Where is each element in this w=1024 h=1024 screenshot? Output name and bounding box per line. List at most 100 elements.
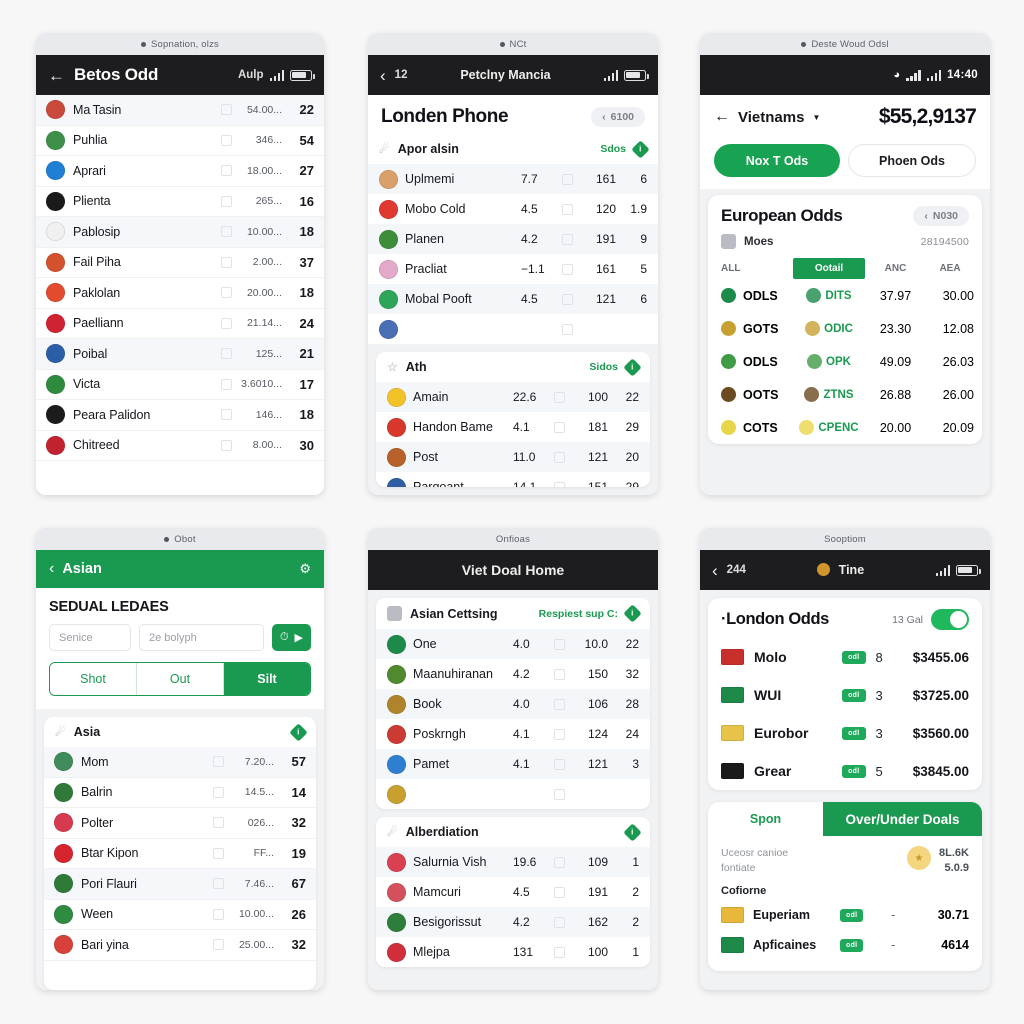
row-odd-aea[interactable]: 20.09 bbox=[926, 421, 974, 435]
table-row[interactable]: Apficaines odl - 4614 bbox=[721, 930, 969, 960]
row-odd-anc[interactable]: 20.00 bbox=[865, 421, 926, 435]
table-row[interactable]: ODLS DITS 37.97 30.00 bbox=[708, 279, 982, 312]
checkbox[interactable] bbox=[213, 756, 224, 768]
list-item[interactable]: Ween 10.00... 26 bbox=[44, 900, 316, 930]
info-diamond-icon[interactable]: i bbox=[631, 139, 650, 159]
list-item[interactable]: Victa 3.6010... 17 bbox=[36, 370, 324, 400]
checkbox[interactable] bbox=[554, 916, 565, 928]
list-item[interactable]: Puhlia 346... 54 bbox=[36, 126, 324, 156]
table-row[interactable]: Pamet 4.1 121 3 bbox=[376, 749, 650, 779]
card-2-rows[interactable]: Amain 22.6 100 22 Handon Bame 4.1 181 29 Post 11.… bbox=[376, 382, 650, 487]
table-row[interactable]: Salurnia Vish 19.6 109 1 bbox=[376, 847, 650, 877]
checkbox[interactable] bbox=[221, 439, 232, 451]
segment-silt[interactable]: Silt bbox=[224, 663, 310, 695]
checkbox[interactable] bbox=[213, 817, 224, 829]
list-item[interactable]: Eurobor odl 3 $3560.00 bbox=[708, 714, 982, 752]
table-row[interactable]: Mobal Pooft 4.5 121 6 bbox=[368, 284, 658, 314]
card-2-rows[interactable]: Salurnia Vish 19.6 109 1 Mamcuri 4.5 191 2 Besig… bbox=[376, 847, 650, 967]
table-row[interactable]: Pracliat −1.1 161 5 bbox=[368, 254, 658, 284]
checkbox[interactable] bbox=[562, 173, 573, 185]
col-aea[interactable]: AEA bbox=[926, 263, 974, 274]
list-item[interactable]: Fail Piha 2.00... 37 bbox=[36, 248, 324, 278]
checkbox[interactable] bbox=[554, 946, 565, 958]
page-pill-button[interactable]: ‹ 6100 bbox=[591, 107, 645, 127]
checkbox[interactable] bbox=[562, 233, 573, 245]
table-row[interactable]: Mlejpa 131 100 1 bbox=[376, 937, 650, 967]
back-chevron-icon[interactable]: ‹ bbox=[712, 562, 718, 579]
checkbox[interactable] bbox=[562, 293, 573, 305]
table-row[interactable]: One 4.0 10.0 22 bbox=[376, 629, 650, 659]
checkbox[interactable] bbox=[554, 391, 565, 403]
table-row[interactable] bbox=[368, 314, 658, 344]
checkbox[interactable] bbox=[213, 878, 224, 890]
table-row[interactable]: Besigorissut 4.2 162 2 bbox=[376, 907, 650, 937]
col-ootail[interactable]: Ootail bbox=[793, 257, 865, 279]
list-item[interactable]: Btar Kipon FF... 19 bbox=[44, 839, 316, 869]
table-row[interactable] bbox=[376, 779, 650, 809]
list-item[interactable]: Paelliann 21.14... 24 bbox=[36, 309, 324, 339]
table-row[interactable]: Uplmemi 7.7 161 6 bbox=[368, 164, 658, 194]
over-under-rows[interactable]: Euperiam odl - 30.71 Apficaines odl - 4614 bbox=[721, 900, 969, 960]
search-go-button[interactable]: ⏱ ▶ bbox=[271, 624, 311, 651]
info-diamond-icon[interactable]: i bbox=[623, 822, 642, 842]
checkbox[interactable] bbox=[221, 104, 232, 116]
checkbox[interactable] bbox=[213, 939, 224, 951]
list-item[interactable]: Ma Tasin 54.00... 22 bbox=[36, 95, 324, 126]
account-title[interactable]: Vietnams bbox=[738, 109, 804, 126]
back-arrow-icon[interactable]: ← bbox=[48, 67, 65, 84]
table-row[interactable]: GOTS ODIC 23.30 12.08 bbox=[708, 312, 982, 345]
tab-nox-t-ods[interactable]: Nox T Ods bbox=[714, 144, 840, 177]
segment-out[interactable]: Out bbox=[137, 663, 224, 695]
list-item[interactable]: Plienta 265... 16 bbox=[36, 187, 324, 217]
table-row[interactable]: Euperiam odl - 30.71 bbox=[721, 900, 969, 930]
checkbox[interactable] bbox=[213, 786, 224, 798]
list-item[interactable]: Poibal 125... 21 bbox=[36, 339, 324, 370]
checkbox[interactable] bbox=[213, 847, 224, 859]
checkbox[interactable] bbox=[213, 908, 224, 920]
odds-list[interactable]: Ma Tasin 54.00... 22 Puhlia 346... 54 Aprari 18… bbox=[36, 95, 324, 495]
list-item[interactable]: Chitreed 8.00... 30 bbox=[36, 431, 324, 461]
checkbox[interactable] bbox=[554, 728, 565, 740]
col-anc[interactable]: ANC bbox=[865, 263, 926, 274]
checkbox[interactable] bbox=[221, 226, 232, 238]
table-row[interactable]: Maanuhiranan 4.2 150 32 bbox=[376, 659, 650, 689]
tab-over-under-doals[interactable]: Over/Under Doals bbox=[823, 802, 982, 836]
checkbox[interactable] bbox=[221, 348, 232, 360]
row-odd-anc[interactable]: 49.09 bbox=[865, 355, 926, 369]
list-item[interactable]: WUI odl 3 $3725.00 bbox=[708, 676, 982, 714]
checkbox[interactable] bbox=[562, 263, 573, 275]
gear-icon[interactable]: ⚙ bbox=[299, 561, 311, 577]
card-1-rows[interactable]: One 4.0 10.0 22 Maanuhiranan 4.2 150 32 Book 4.0 1… bbox=[376, 629, 650, 809]
list-item[interactable]: Pori Flauri 7.46... 67 bbox=[44, 869, 316, 900]
back-arrow-icon[interactable]: ← bbox=[714, 108, 730, 126]
checkbox[interactable] bbox=[562, 203, 573, 215]
row-odd-aea[interactable]: 26.00 bbox=[926, 388, 974, 402]
back-chevron-icon[interactable]: ‹ bbox=[49, 560, 54, 578]
tab-phoen-ods[interactable]: Phoen Ods bbox=[848, 144, 976, 177]
list-item[interactable]: Pablosip 10.00... 18 bbox=[36, 217, 324, 248]
table-row[interactable]: Poskrngh 4.1 124 24 bbox=[376, 719, 650, 749]
list-item[interactable]: Peara Palidon 146... 18 bbox=[36, 400, 324, 431]
row-odd-aea[interactable]: 26.03 bbox=[926, 355, 974, 369]
info-diamond-icon[interactable]: i bbox=[289, 722, 308, 742]
checkbox[interactable] bbox=[221, 378, 232, 390]
table-row[interactable]: ODLS OPK 49.09 26.03 bbox=[708, 345, 982, 378]
back-label[interactable]: 12 bbox=[395, 69, 408, 81]
checkbox[interactable] bbox=[221, 134, 232, 146]
checkbox[interactable] bbox=[554, 886, 565, 898]
checkbox[interactable] bbox=[554, 698, 565, 710]
checkbox[interactable] bbox=[554, 638, 565, 650]
back-label[interactable]: 244 bbox=[727, 564, 746, 576]
checkbox[interactable] bbox=[554, 758, 565, 770]
tab-spon[interactable]: Spon bbox=[708, 802, 823, 836]
checkbox[interactable] bbox=[554, 856, 565, 868]
card-pill-button[interactable]: ‹ N030 bbox=[913, 206, 969, 226]
checkbox[interactable] bbox=[554, 421, 565, 433]
table-row[interactable]: Mamcuri 4.5 191 2 bbox=[376, 877, 650, 907]
list-item[interactable]: Grear odl 5 $3845.00 bbox=[708, 752, 982, 790]
checkbox[interactable] bbox=[554, 481, 565, 487]
list-item[interactable]: Mom 7.20... 57 bbox=[44, 747, 316, 778]
checkbox[interactable] bbox=[221, 317, 232, 329]
service-input[interactable]: Senice bbox=[49, 624, 131, 651]
row-odd-aea[interactable]: 12.08 bbox=[926, 322, 974, 336]
